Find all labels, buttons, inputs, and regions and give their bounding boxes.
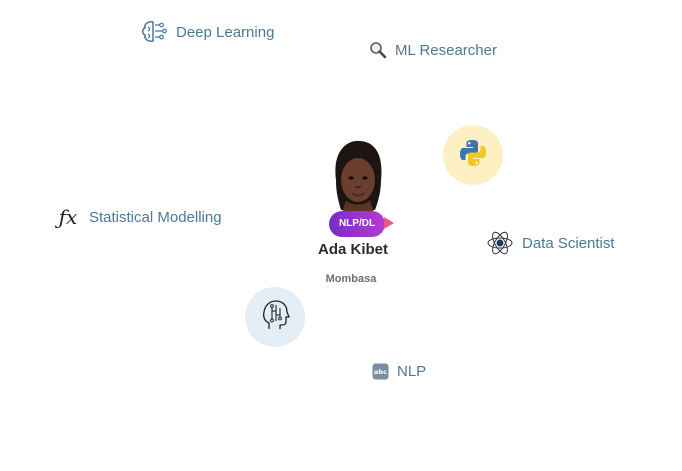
skill-deep-learning[interactable]: Deep Learning (140, 19, 274, 45)
avatar[interactable] (328, 140, 388, 220)
python-bubble[interactable] (443, 125, 503, 185)
skill-statistical-modelling-label: Statistical Modelling (89, 208, 222, 226)
atom-icon (486, 229, 514, 257)
skill-ml-researcher[interactable]: ML Researcher (369, 41, 497, 59)
function-fx-icon: ƒx (58, 205, 78, 229)
skill-ml-researcher-label: ML Researcher (395, 41, 497, 59)
skill-data-scientist[interactable]: Data Scientist (486, 229, 615, 257)
badge-pointer (384, 217, 394, 229)
profile-name: Ada Kibet (317, 241, 388, 258)
specialty-badge: NLP/DL (329, 211, 385, 237)
brain-circuit-icon (140, 19, 168, 45)
skills-stage: Deep Learning ML Researcher ƒx Statistic… (0, 0, 682, 471)
magnifier-icon (369, 41, 387, 59)
ai-head-bubble[interactable] (245, 287, 305, 347)
profile-location: Mombasa (325, 273, 377, 285)
abc-icon: abc (372, 363, 389, 380)
skill-nlp[interactable]: abc NLP (372, 363, 426, 380)
skill-data-scientist-label: Data Scientist (522, 234, 615, 252)
ai-head-icon (260, 299, 290, 336)
skill-statistical-modelling[interactable]: ƒx Statistical Modelling (55, 205, 222, 229)
python-logo-icon (458, 138, 488, 173)
svg-text:abc: abc (374, 368, 387, 376)
skill-deep-learning-label: Deep Learning (176, 23, 275, 41)
skill-nlp-label: NLP (397, 363, 427, 380)
